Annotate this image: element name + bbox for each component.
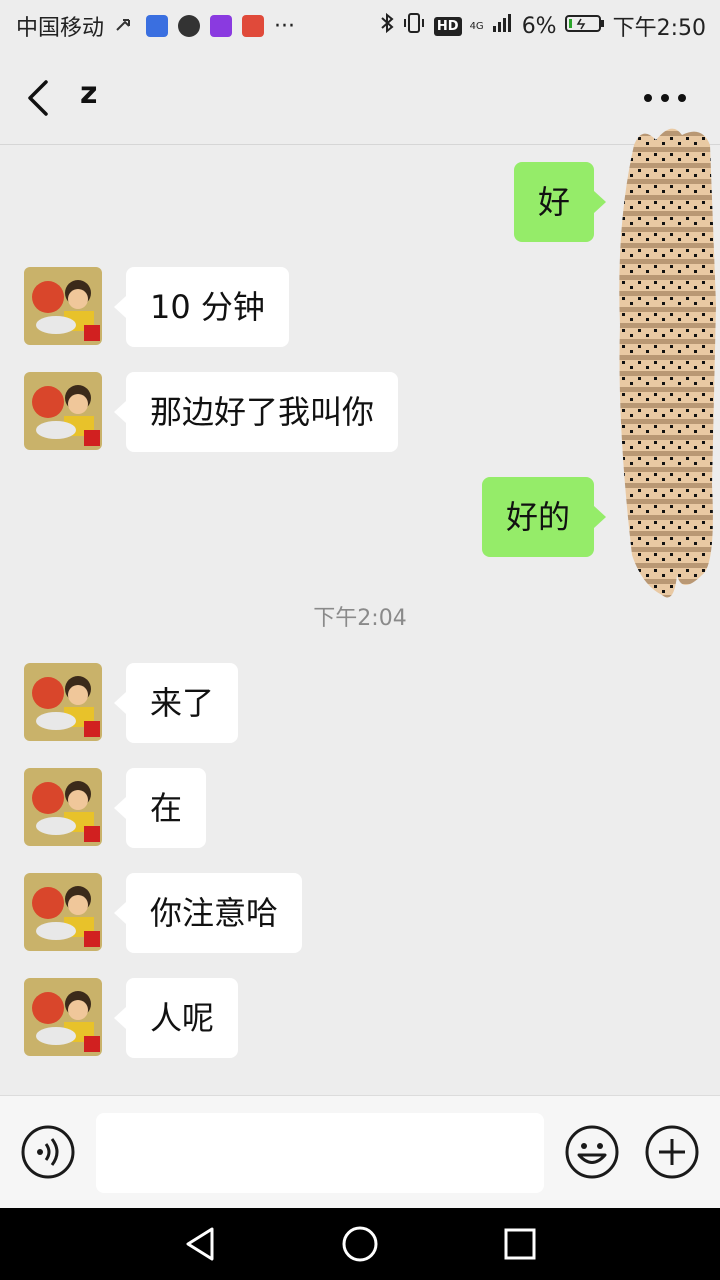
message-bubble-received[interactable]: 那边好了我叫你 <box>113 372 399 452</box>
voice-icon[interactable] <box>20 1124 76 1180</box>
missed-call-icon <box>114 15 136 37</box>
message-bubble-received[interactable]: 人呢 <box>113 978 239 1058</box>
battery-icon <box>564 12 605 40</box>
nav-back-icon[interactable] <box>180 1224 220 1264</box>
bluetooth-icon <box>380 12 394 40</box>
contact-avatar[interactable] <box>24 768 102 846</box>
nav-recents-icon[interactable] <box>500 1224 540 1264</box>
app-notification-icon <box>242 15 265 37</box>
message-bubble-received[interactable]: 在 <box>113 768 207 848</box>
message-text-input[interactable] <box>96 1113 544 1193</box>
message-bubble-received[interactable]: 你注意哈 <box>113 873 303 953</box>
contact-avatar[interactable] <box>24 873 102 951</box>
system-nav-bar <box>0 1208 720 1280</box>
more-icon[interactable] <box>640 80 690 116</box>
signal-icon <box>492 12 514 40</box>
message-bubble-received[interactable]: 来了 <box>113 663 239 743</box>
more-notifications-icon: ··· <box>274 13 295 39</box>
nav-home-icon[interactable] <box>340 1224 380 1264</box>
message-bubble-sent[interactable]: 好的 <box>481 477 607 557</box>
chat-title: z <box>80 76 98 111</box>
vibrate-icon <box>402 12 426 40</box>
back-arrow-icon[interactable] <box>22 78 58 118</box>
hd-icon: HD <box>433 16 462 36</box>
emoji-icon[interactable] <box>564 1124 620 1180</box>
contact-avatar[interactable] <box>24 267 102 345</box>
network-type: 4G <box>469 20 484 32</box>
status-bar: 中国移动 ··· HD 4G 6% 下午2:50 <box>0 0 720 50</box>
message-bubble-sent[interactable]: 好 <box>513 162 607 242</box>
battery-percent: 6% <box>521 13 557 39</box>
contact-avatar[interactable] <box>24 978 102 1056</box>
video-app-icon <box>210 15 233 37</box>
contact-avatar[interactable] <box>24 372 102 450</box>
plus-icon[interactable] <box>644 1124 700 1180</box>
contact-avatar[interactable] <box>24 663 102 741</box>
carrier-label: 中国移动 <box>16 16 105 41</box>
chat-notification-icon <box>178 15 201 37</box>
message-bubble-received[interactable]: 10 分钟 <box>114 267 289 347</box>
baidu-app-icon <box>146 15 169 37</box>
message-input-bar <box>0 1095 720 1209</box>
clock: 下午2:50 <box>612 16 706 41</box>
redacted-own-avatar <box>612 125 720 610</box>
